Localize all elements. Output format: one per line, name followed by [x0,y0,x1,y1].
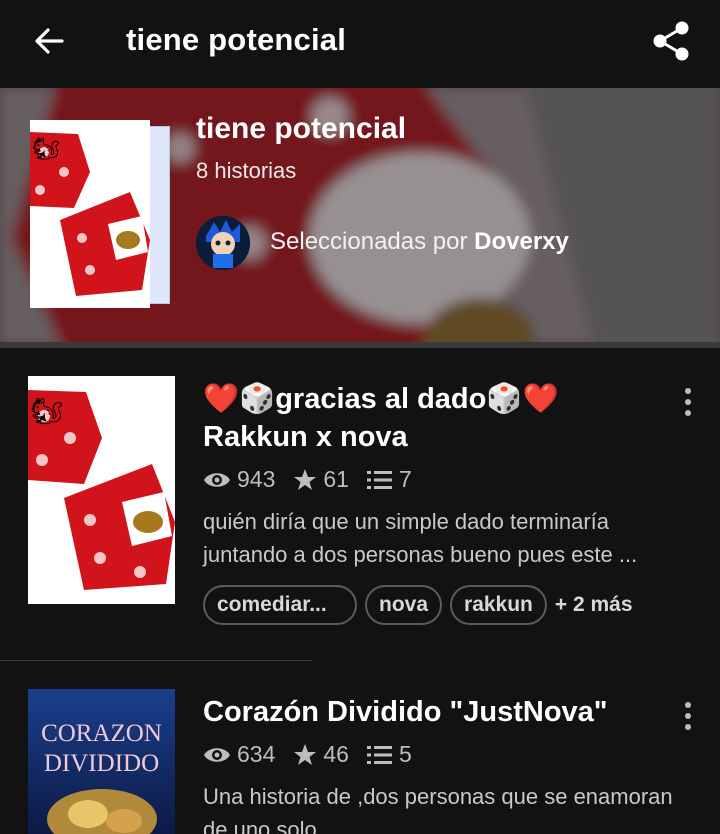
story-count: 8 historias [196,158,297,183]
avatar-image [196,216,250,270]
divider [0,660,312,661]
page-title: tiene potencial [126,22,347,57]
eye-icon [204,747,230,762]
star-icon [294,743,317,765]
tag-chip[interactable]: comediar... [203,585,357,625]
curator-name[interactable]: Doverxy [474,228,569,255]
curated-by-text: Seleccionadas por Doverxy [270,228,569,255]
more-tags[interactable]: + 2 más [555,593,633,617]
story-title[interactable]: ❤️🎲gracias al dado🎲❤️ Rakkun x nova [203,380,663,456]
reading-list-name: tiene potencial [196,112,407,145]
story-options-button[interactable] [672,696,704,736]
parts-count: 5 [398,741,412,767]
story-cover[interactable]: 🐿 [28,376,175,604]
reading-list-cover[interactable]: 🐿 [30,120,175,310]
votes-count: 61 [323,466,349,492]
story-description: Una historia de ,dos personas que se ena… [203,784,673,834]
reads-count: 634 [237,741,276,767]
top-app-bar: tiene potencial [0,0,720,88]
story-options-button[interactable] [672,382,704,422]
svg-text:🐿: 🐿 [30,396,63,426]
story-cover[interactable]: CORAZON DIVIDIDO [28,689,175,834]
back-button[interactable] [28,22,70,60]
svg-text:🐿: 🐿 [32,136,60,161]
votes-count: 46 [323,741,349,767]
story-title[interactable]: Corazón Dividido "JustNova" [203,693,663,731]
star-icon [294,468,317,490]
tag-chip[interactable]: rakkun [450,585,547,625]
eye-icon [204,472,230,487]
tag-chip[interactable]: nova [365,585,443,625]
reads-count: 943 [237,466,276,492]
story-stats: 634 46 5 [203,741,430,768]
dice-cover-image: 🐿 [28,376,175,604]
parts-count: 7 [398,466,412,492]
story-tags: comediar... nova rakkun + 2 más [203,585,633,625]
curator-avatar[interactable] [196,216,250,270]
list-icon [366,745,392,764]
cover-title: CORAZON DIVIDIDO [41,720,162,777]
list-icon [366,470,392,489]
dice-cover-image: 🐿 [30,120,150,308]
share-icon [653,21,689,61]
story-description: quién diría que un simple dado terminarí… [203,509,638,567]
story-stats: 943 61 7 [203,466,430,493]
share-button[interactable] [646,16,696,66]
back-arrow-icon [35,28,64,54]
